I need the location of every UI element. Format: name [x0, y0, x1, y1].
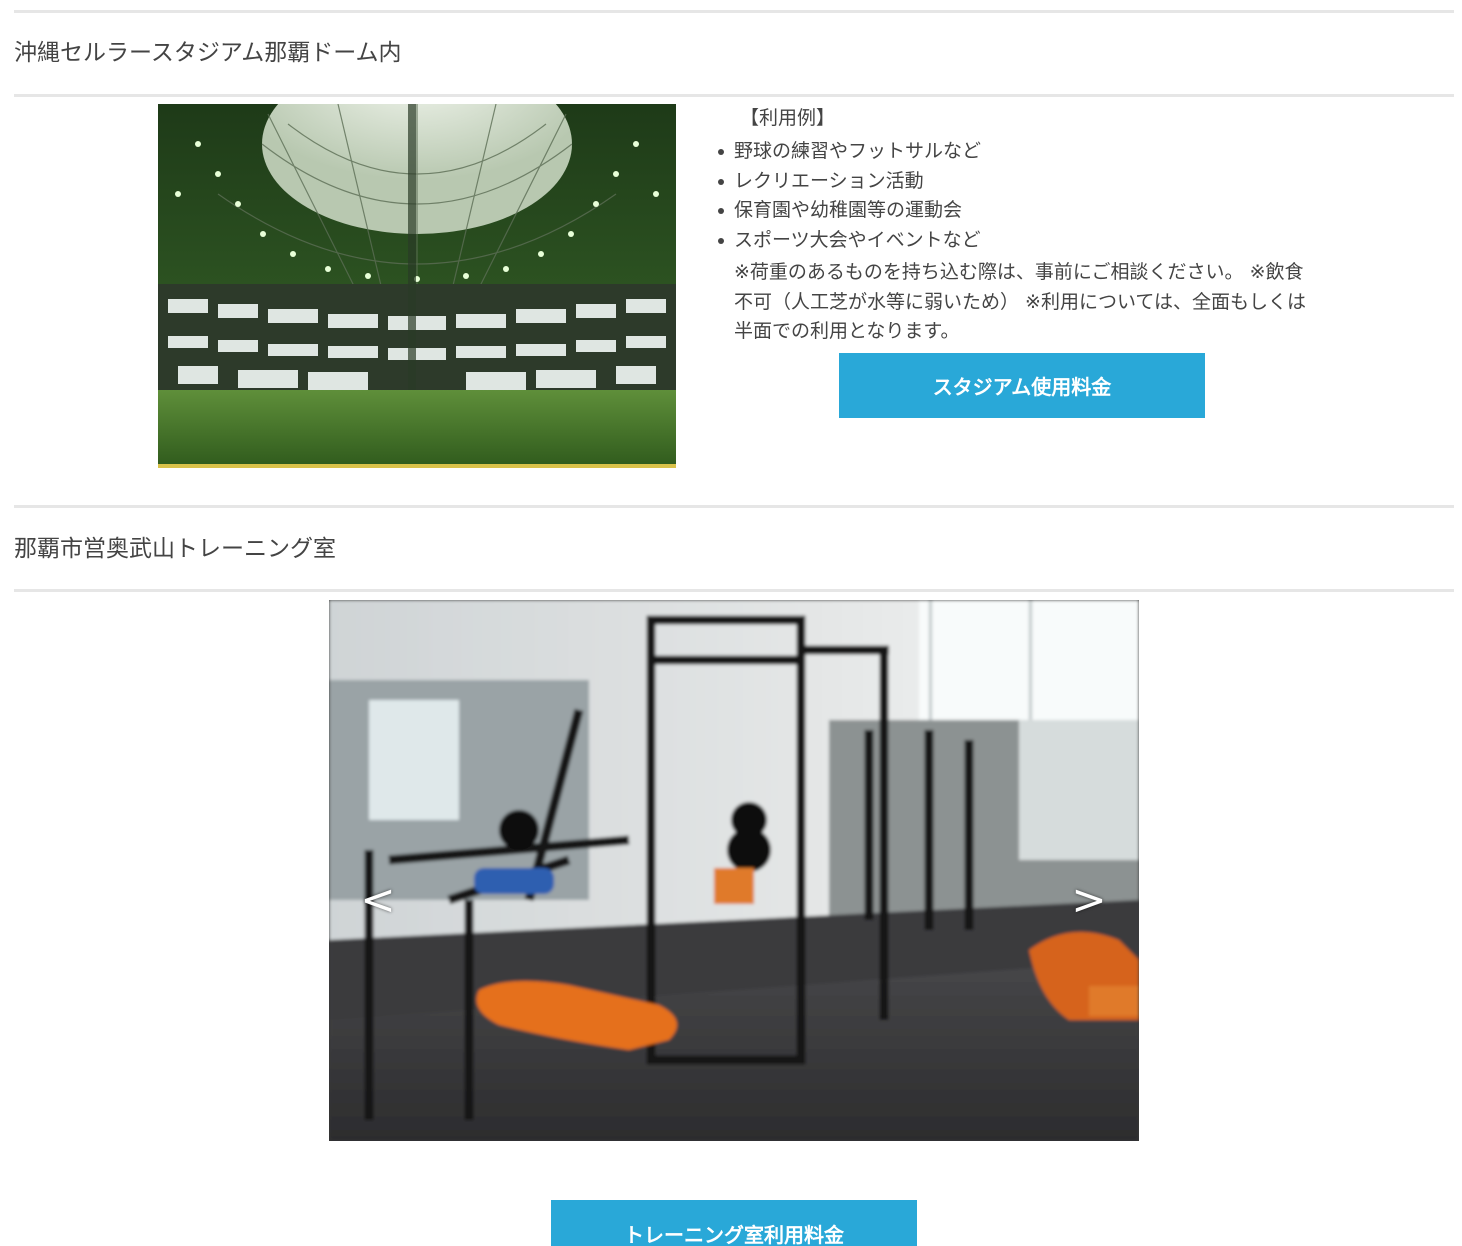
training-fee-button[interactable]: トレーニング室利用料金	[551, 1200, 917, 1246]
training-room-slider[interactable]	[329, 600, 1139, 1141]
section-divider	[14, 589, 1454, 592]
list-item: スポーツ大会やイベントなど	[718, 226, 1314, 256]
slider-prev-button[interactable]: <	[353, 870, 403, 930]
stadium-info: 【利用例】 野球の練習やフットサルなど レクリエーション活動 保育園や幼稚園等の…	[714, 104, 1314, 347]
training-room-photo	[329, 600, 1139, 1141]
page: 沖縄セルラースタジアム那覇ドーム内 【利用例】 野球の練習やフットサルなど レク…	[0, 0, 1462, 1246]
usage-example-list: 野球の練習やフットサルなど レクリエーション活動 保育園や幼稚園等の運動会 スポ…	[714, 137, 1314, 255]
list-item: レクリエーション活動	[718, 167, 1314, 197]
usage-example-label: 【利用例】	[740, 107, 836, 129]
training-section-title: 那覇市営奥武山トレーニング室	[14, 536, 336, 562]
section-divider	[14, 505, 1454, 508]
section-divider	[14, 94, 1454, 97]
stadium-section-title: 沖縄セルラースタジアム那覇ドーム内	[14, 40, 402, 66]
list-item: 野球の練習やフットサルなど	[718, 137, 1314, 167]
list-item: 保育園や幼稚園等の運動会	[718, 196, 1314, 226]
section-divider-top	[14, 10, 1454, 13]
stadium-dome-photo	[158, 104, 676, 468]
usage-note: ※荷重のあるものを持ち込む際は、事前にご相談ください。 ※飲食不可（人工芝が水等…	[734, 261, 1307, 342]
slider-next-button[interactable]: >	[1064, 870, 1114, 930]
stadium-fee-button[interactable]: スタジアム使用料金	[839, 353, 1205, 418]
